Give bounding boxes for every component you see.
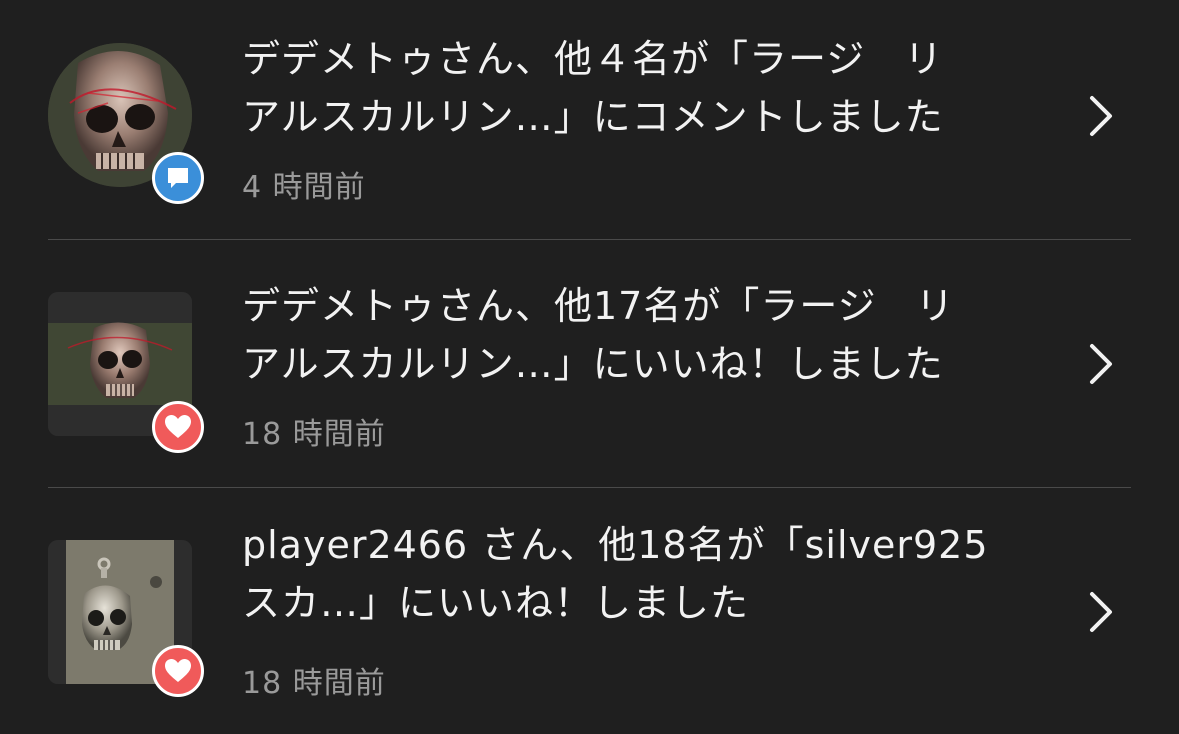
chevron-right-icon xyxy=(1090,344,1112,384)
chevron-right-icon xyxy=(1090,96,1112,136)
notification-message: player2466 さん、他18名が「silver925 スカ…」にいいね！し… xyxy=(242,516,1032,632)
notification-message-line2: アルスカルリン…」にコメントしました xyxy=(242,95,944,139)
notification-item-comment[interactable]: デデメトゥさん、他４名が「ラージ リ アルスカルリン…」にコメントしました 4 … xyxy=(0,0,1179,240)
comment-badge xyxy=(152,152,204,204)
notification-message-line1: デデメトゥさん、他17名が「ラージ リ xyxy=(242,284,955,328)
notification-message: デデメトゥさん、他17名が「ラージ リ アルスカルリン…」にいいね！しました xyxy=(242,277,1032,393)
notification-timestamp: 4 時間前 xyxy=(242,170,366,205)
like-badge xyxy=(152,401,204,453)
heart-icon xyxy=(165,415,191,438)
chevron-right-icon xyxy=(1090,592,1112,632)
notification-item-like[interactable]: player2466 さん、他18名が「silver925 スカ…」にいいね！し… xyxy=(0,488,1179,734)
notification-message-line2: アルスカルリン…」にいいね！しました xyxy=(242,342,944,386)
notification-message: デデメトゥさん、他４名が「ラージ リ アルスカルリン…」にコメントしました xyxy=(242,30,1032,146)
notification-list: デデメトゥさん、他４名が「ラージ リ アルスカルリン…」にコメントしました 4 … xyxy=(0,0,1179,734)
notification-message-line1: player2466 さん、他18名が「silver925 xyxy=(242,523,989,567)
notification-message-line2: スカ…」にいいね！しました xyxy=(242,581,750,625)
notification-timestamp: 18 時間前 xyxy=(242,666,386,701)
heart-icon xyxy=(165,659,191,682)
notification-item-like[interactable]: デデメトゥさん、他17名が「ラージ リ アルスカルリン…」にいいね！しました 1… xyxy=(0,241,1179,487)
notification-timestamp: 18 時間前 xyxy=(242,417,386,452)
row-divider xyxy=(48,239,1131,240)
like-badge xyxy=(152,645,204,697)
comment-icon xyxy=(168,168,188,188)
notification-message-line1: デデメトゥさん、他４名が「ラージ リ xyxy=(242,37,944,81)
